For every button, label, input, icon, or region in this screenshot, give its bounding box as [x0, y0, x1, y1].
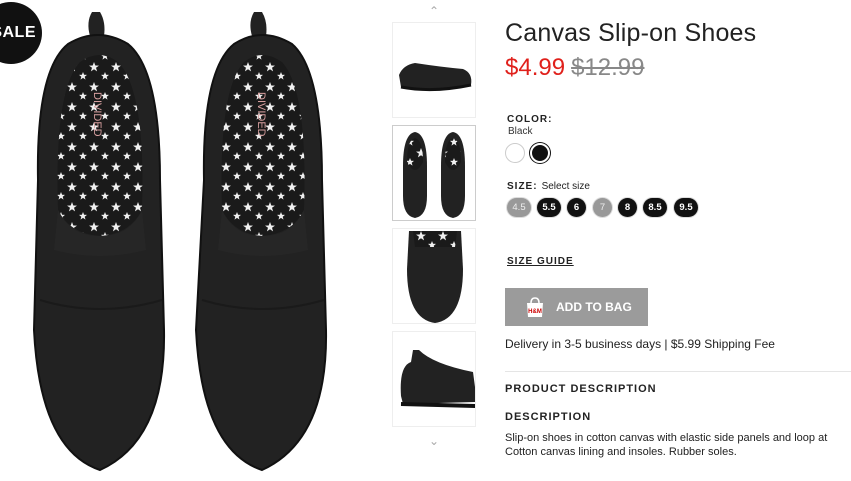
- add-to-bag-label: ADD TO BAG: [556, 300, 632, 314]
- size-hint: Select size: [541, 181, 590, 192]
- description-line: Cotton canvas lining and insoles. Rubber…: [505, 446, 737, 458]
- color-swatch-black[interactable]: [530, 143, 550, 163]
- brand-logo-text: H&M: [528, 309, 542, 315]
- size-option[interactable]: 4.5: [507, 198, 531, 217]
- size-label-text: SIZE:: [507, 181, 538, 192]
- description-text: Slip-on shoes in cotton canvas with elas…: [505, 431, 851, 459]
- description-line: Slip-on shoes in cotton canvas with elas…: [505, 432, 828, 444]
- color-swatch-white[interactable]: [505, 143, 525, 163]
- shopping-bag-icon: H&M: [527, 297, 543, 317]
- thumbnail-back-view[interactable]: [392, 331, 476, 427]
- size-option[interactable]: 7: [593, 198, 612, 217]
- size-option[interactable]: 8: [618, 198, 637, 217]
- size-guide-link[interactable]: SIZE GUIDE: [507, 256, 574, 267]
- add-to-bag-button[interactable]: H&M ADD TO BAG: [505, 288, 648, 326]
- original-price: $12.99: [571, 54, 645, 81]
- main-product-image: DIVIDED DIVIDED: [0, 0, 380, 476]
- svg-text:DIVIDED: DIVIDED: [255, 92, 267, 137]
- svg-text:DIVIDED: DIVIDED: [91, 92, 103, 137]
- size-option[interactable]: 6: [567, 198, 586, 217]
- thumbnail-up-arrow-icon[interactable]: ⌃: [392, 4, 476, 18]
- selected-color: Black: [508, 126, 533, 137]
- thumbnail-side-view[interactable]: [392, 22, 476, 118]
- size-option[interactable]: 9.5: [674, 198, 698, 217]
- size-label: SIZE: Select size: [507, 181, 590, 192]
- divider: [505, 371, 851, 372]
- size-option[interactable]: 5.5: [537, 198, 561, 217]
- price-row: $4.99 $12.99: [505, 54, 644, 82]
- color-label: COLOR:: [507, 114, 553, 125]
- thumbnail-down-arrow-icon[interactable]: ⌄: [392, 434, 476, 448]
- delivery-info: Delivery in 3-5 business days | $5.99 Sh…: [505, 337, 775, 351]
- thumbnail-strip: ⌃ ⌄: [392, 0, 476, 476]
- description-heading: DESCRIPTION: [505, 411, 592, 423]
- left-shoe: DIVIDED: [32, 12, 166, 472]
- thumbnail-top-view[interactable]: [392, 125, 476, 221]
- sale-badge-text: SALE: [0, 24, 36, 41]
- product-title: Canvas Slip-on Shoes: [505, 19, 757, 47]
- size-option[interactable]: 8.5: [643, 198, 667, 217]
- product-description-heading: PRODUCT DESCRIPTION: [505, 383, 657, 395]
- right-shoe: DIVIDED: [194, 12, 328, 472]
- thumbnail-front-view[interactable]: [392, 228, 476, 324]
- sale-price: $4.99: [505, 54, 566, 81]
